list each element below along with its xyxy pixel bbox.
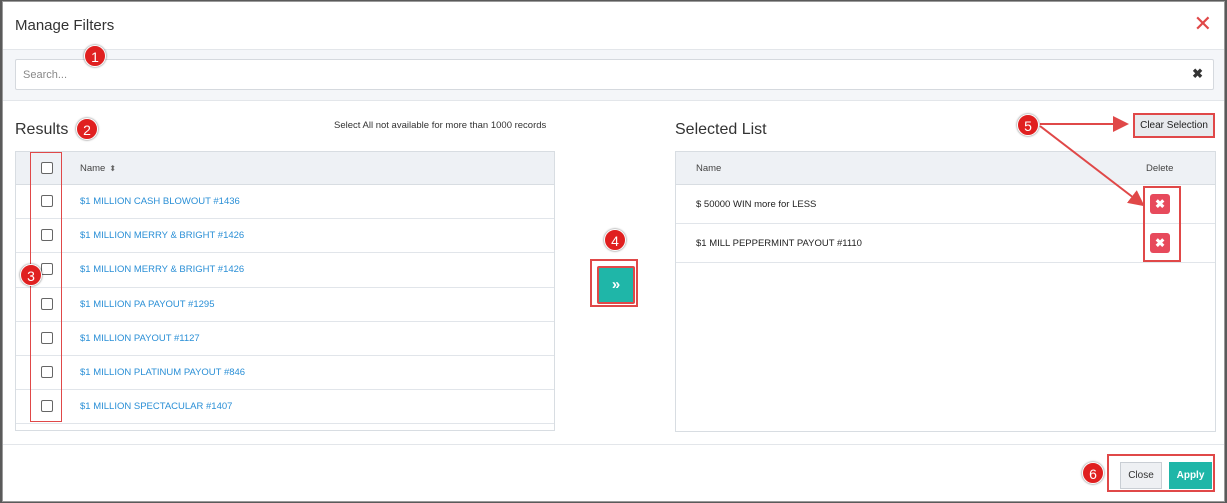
result-row-checkbox[interactable] — [41, 400, 53, 413]
result-row-checkbox[interactable] — [41, 331, 53, 344]
results-title: Results — [15, 121, 69, 138]
move-to-selected-button[interactable]: » — [597, 266, 635, 304]
delete-column-header: Delete — [1146, 163, 1174, 174]
dialog-footer — [3, 444, 1224, 502]
callout-4-badge: 4 — [604, 229, 626, 251]
name-column-label: Name — [80, 163, 106, 174]
close-icon[interactable]: ✕ — [1194, 12, 1212, 36]
selected-row: $ 50000 WIN more for LESS ✖ — [676, 185, 1215, 224]
clear-selection-button[interactable]: Clear Selection — [1133, 113, 1215, 138]
result-row-link[interactable]: $1 MILLION MERRY & BRIGHT #1426 — [80, 264, 244, 275]
apply-button[interactable]: Apply — [1169, 462, 1212, 489]
close-button[interactable]: Close — [1120, 462, 1162, 489]
sort-icon[interactable]: ⬍ — [109, 164, 116, 173]
result-row-checkbox[interactable] — [41, 195, 53, 207]
selected-list-title: Selected List — [675, 121, 767, 138]
result-row-checkbox[interactable] — [41, 297, 53, 310]
search-input[interactable] — [16, 60, 1176, 89]
callout-3-badge: 3 — [20, 264, 42, 286]
selected-table-header: Name Delete — [676, 152, 1215, 185]
result-row-link[interactable]: $1 MILLION SPECTACULAR #1407 — [80, 401, 232, 412]
delete-row-icon[interactable]: ✖ — [1150, 194, 1170, 214]
selected-list-table: Name Delete $ 50000 WIN more for LESS ✖ $1… — [675, 151, 1216, 432]
result-row: $1 MILLION PAYOUT #1127 — [16, 322, 554, 356]
name-column-header[interactable]: Name ⬍ — [80, 163, 116, 174]
selected-row: $1 MILL PEPPERMINT PAYOUT #1110 ✖ — [676, 224, 1215, 263]
clear-search-icon[interactable]: ✖ — [1192, 66, 1203, 82]
result-row: $1 MILLION SPECTACULAR #1407 — [16, 390, 554, 425]
result-row-checkbox[interactable] — [41, 229, 53, 242]
dialog-header: Manage Filters ✕ — [3, 2, 1224, 50]
selected-row-name: $ 50000 WIN more for LESS — [696, 199, 817, 210]
select-all-checkbox[interactable] — [41, 162, 53, 174]
dialog-title: Manage Filters — [15, 17, 115, 34]
callout-2-badge: 2 — [76, 118, 98, 140]
result-row-checkbox[interactable] — [41, 365, 53, 378]
result-row-checkbox[interactable] — [41, 263, 53, 276]
callout-5-badge: 5 — [1017, 114, 1039, 136]
select-all-note: Select All not available for more than 1… — [334, 120, 547, 131]
result-row: $1 MILLION PA PAYOUT #1295 — [16, 288, 554, 322]
result-row: $1 MILLION PLATINUM PAYOUT #846 — [16, 356, 554, 391]
result-row-link[interactable]: $1 MILLION PAYOUT #1127 — [80, 333, 200, 344]
result-row: $1 MILLION MERRY & BRIGHT #1426 — [16, 219, 554, 254]
callout-6-badge: 6 — [1082, 462, 1104, 484]
result-row: $1 MILLION CASH BLOWOUT #1436 — [16, 185, 554, 220]
manage-filters-dialog: Manage Filters ✕ ✖ Results Select All no… — [2, 1, 1225, 502]
results-table: Name ⬍ $1 MILLION CASH BLOWOUT #1436 $1 MI… — [15, 151, 555, 431]
search-box: ✖ — [15, 59, 1214, 90]
results-rows: $1 MILLION CASH BLOWOUT #1436 $1 MILLION … — [16, 185, 554, 425]
callout-1-badge: 1 — [84, 45, 106, 67]
result-row-link[interactable]: $1 MILLION PLATINUM PAYOUT #846 — [80, 367, 245, 378]
result-row: $1 MILLION MERRY & BRIGHT #1426 — [16, 253, 554, 288]
selected-rows: $ 50000 WIN more for LESS ✖ $1 MILL PEPPER… — [676, 185, 1215, 263]
result-row-link[interactable]: $1 MILLION PA PAYOUT #1295 — [80, 299, 214, 310]
result-row-link[interactable]: $1 MILLION MERRY & BRIGHT #1426 — [80, 230, 244, 241]
result-row-link[interactable]: $1 MILLION CASH BLOWOUT #1436 — [80, 196, 240, 207]
results-table-header: Name ⬍ — [16, 152, 554, 185]
selected-row-name: $1 MILL PEPPERMINT PAYOUT #1110 — [696, 238, 862, 249]
search-bar: ✖ — [3, 50, 1224, 101]
selected-name-column-header: Name — [696, 163, 722, 174]
delete-row-icon[interactable]: ✖ — [1150, 233, 1170, 253]
